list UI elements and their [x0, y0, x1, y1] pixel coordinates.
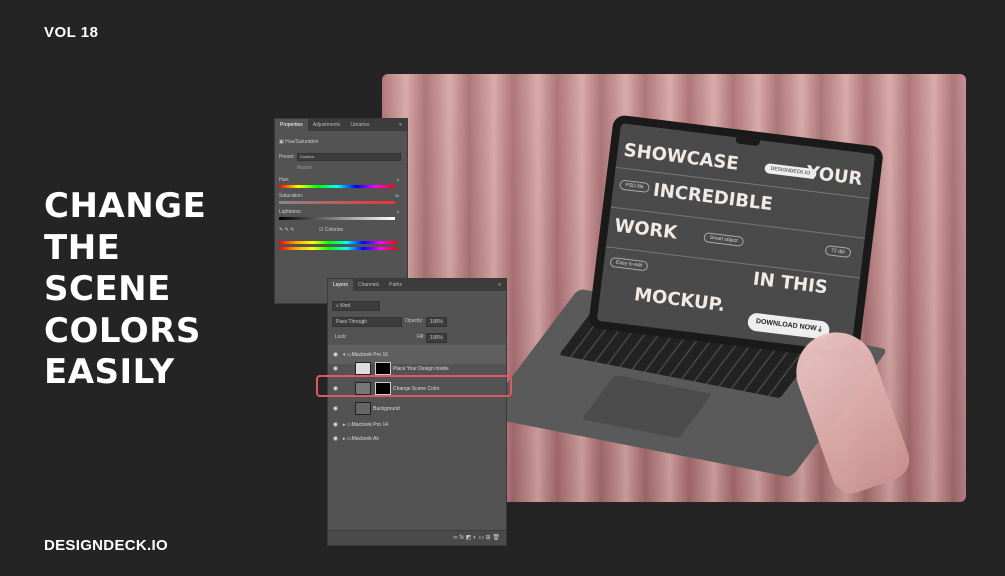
kind-filter[interactable]: ⌕ Kind	[332, 301, 380, 311]
mockup-pill: 72 dpi	[824, 244, 852, 259]
saturation-label: Saturation:	[279, 193, 304, 199]
layer-thumbnail	[355, 402, 371, 415]
tab-channels[interactable]: Channels	[353, 279, 384, 291]
mockup-pill: Easy to edit	[609, 256, 649, 272]
eye-icon[interactable]: ◉	[328, 421, 343, 428]
headline-line: CHANGE	[44, 186, 207, 226]
camera-notch	[735, 137, 761, 147]
saturation-value[interactable]: 25	[395, 193, 399, 198]
panel-menu-icon[interactable]: ≡	[394, 119, 407, 131]
color-bar-top	[279, 241, 397, 244]
master-select[interactable]: Master	[297, 165, 312, 171]
preset-select[interactable]: Custom	[297, 153, 401, 161]
color-bar-bottom	[279, 247, 397, 250]
tab-properties[interactable]: Properties	[275, 119, 308, 131]
headline: CHANGE THE SCENE COLORS EASILY	[44, 186, 206, 394]
eye-icon[interactable]: ◉	[328, 435, 343, 442]
hue-slider[interactable]	[279, 185, 395, 188]
headline-line: EASILY	[44, 352, 175, 392]
layer-row[interactable]: ◉ ▸ ▭ Macbook Air	[328, 429, 506, 448]
headline-line: THE	[44, 227, 121, 268]
layers-footer: ∞ fx ◩ ◐ ▭ ⊞ 🗑	[328, 530, 506, 545]
tab-layers[interactable]: Layers	[328, 279, 354, 291]
headline-line: SCENE	[44, 269, 171, 309]
volume-label: VOL 18	[44, 24, 99, 41]
properties-panel: Properties Adjustments Libraries ≡ ▣ Hue…	[274, 118, 408, 304]
laptop-screen: SHOWCASE DESIGNDECK.IO YOUR PSD file INC…	[587, 114, 885, 361]
layers-tabs: Layers Channels Paths ≡	[328, 279, 506, 291]
lightness-slider[interactable]	[279, 217, 395, 220]
fill-value[interactable]: 100%	[426, 333, 447, 343]
brand-logo: DESIGNDECK.IO	[44, 537, 168, 554]
hue-label: Hue:	[279, 177, 290, 183]
blend-mode-select[interactable]: Pass Through	[332, 317, 402, 327]
highlight-box	[316, 375, 512, 397]
mockup-pill: PSD file	[618, 179, 651, 194]
layer-thumbnail	[355, 362, 371, 375]
tab-libraries[interactable]: Libraries	[345, 119, 374, 131]
lightness-label: Lightness:	[279, 209, 302, 215]
eyedropper-icons[interactable]: ✎ ✎ ✎	[279, 227, 294, 233]
mockup-pill: Smart object	[703, 232, 745, 247]
eye-icon[interactable]: ◉	[328, 405, 343, 412]
layer-mask	[375, 362, 391, 375]
colorize-checkbox[interactable]: ☑ Colorize	[319, 227, 343, 233]
headline-line: COLORS	[44, 310, 201, 351]
panel-menu-icon[interactable]: ≡	[493, 279, 506, 291]
lightness-value[interactable]: 0	[397, 209, 399, 214]
tab-paths[interactable]: Paths	[384, 279, 407, 291]
preset-label: Preset:	[279, 154, 295, 160]
laptop-trackpad	[581, 374, 713, 439]
eye-icon[interactable]: ◉	[328, 351, 343, 358]
hue-saturation-title: ▣ Hue/Saturation	[279, 139, 319, 145]
properties-tabs: Properties Adjustments Libraries ≡	[275, 119, 407, 131]
mockup-text: YOUR	[805, 162, 864, 190]
opacity-value[interactable]: 100%	[426, 317, 447, 327]
lock-label: Lock:	[335, 334, 347, 340]
mockup-text: MOCKUP.	[633, 284, 727, 317]
tab-adjustments[interactable]: Adjustments	[308, 119, 346, 131]
saturation-slider[interactable]	[279, 201, 395, 204]
mockup-text: WORK	[613, 215, 679, 244]
opacity-label: Opacity:	[405, 318, 424, 324]
screen-content: SHOWCASE DESIGNDECK.IO YOUR PSD file INC…	[596, 123, 876, 352]
eye-icon[interactable]: ◉	[328, 365, 343, 372]
hue-value[interactable]: 0	[397, 177, 399, 182]
layers-panel: Layers Channels Paths ≡ ⌕ Kind Pass Thro…	[327, 278, 507, 546]
